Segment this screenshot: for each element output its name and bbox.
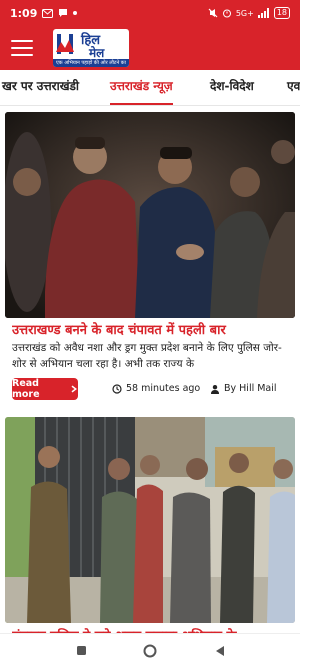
logo-mark-icon <box>56 34 74 54</box>
article-author: By Hill Mail <box>210 383 277 394</box>
signal-icon <box>257 8 270 18</box>
mail-icon <box>42 8 54 18</box>
recents-icon[interactable] <box>74 644 88 658</box>
article-photo-2 <box>5 417 295 623</box>
alarm-icon <box>222 8 232 18</box>
article-time-ago: 58 minutes ago <box>126 383 201 394</box>
hill-mail-logo[interactable]: हिल मेल एक अभियान पहाड़ों की ओर लौटने का <box>53 29 129 67</box>
article-author-name: By Hill Mail <box>224 383 277 394</box>
system-nav-bar <box>0 633 300 667</box>
read-more-button[interactable]: Read more <box>12 378 78 400</box>
article-photo <box>5 112 295 318</box>
logo-tagline: एक अभियान पहाड़ों की ओर लौटने का <box>53 59 129 67</box>
mute-icon <box>208 8 218 18</box>
back-icon[interactable] <box>212 644 226 658</box>
more-dot-icon <box>73 11 78 15</box>
network-type: 5G+ <box>235 8 254 18</box>
status-bar: 1:09 5G+ 18 <box>0 0 300 26</box>
article-time: 58 minutes ago <box>112 383 200 394</box>
clock-icon <box>112 383 122 394</box>
app-header: हिल मेल एक अभियान पहाड़ों की ओर लौटने का <box>0 26 300 70</box>
arrow-right-icon <box>71 385 78 393</box>
hamburger-menu-icon[interactable] <box>11 40 33 56</box>
tab-category-4[interactable]: एव <box>287 70 300 105</box>
article-excerpt: उत्तराखंड को अवैध नशा और ड्रग मुक्त प्रद… <box>12 342 282 370</box>
battery-level: 18 <box>273 7 290 19</box>
tab-desh-videsh[interactable]: देश-विदेश <box>210 70 254 105</box>
read-more-label: Read more <box>12 378 40 400</box>
category-tabs: खर पर उत्तराखंडी उत्तराखंड न्यूज़ देश-वि… <box>0 70 300 106</box>
author-icon <box>211 384 219 394</box>
article-image-2[interactable] <box>5 417 295 623</box>
article-headline[interactable]: उत्तराखण्ड बनने के बाद चंपावत में पहली ब… <box>12 322 296 339</box>
tab-category-1[interactable]: खर पर उत्तराखंडी <box>2 70 79 105</box>
status-time: 1:09 <box>10 6 38 20</box>
home-icon[interactable] <box>143 644 157 658</box>
article-image[interactable] <box>5 112 295 318</box>
tab-uttarakhand-news[interactable]: उत्तराखंड न्यूज़ <box>110 70 173 105</box>
chat-icon <box>58 8 68 18</box>
